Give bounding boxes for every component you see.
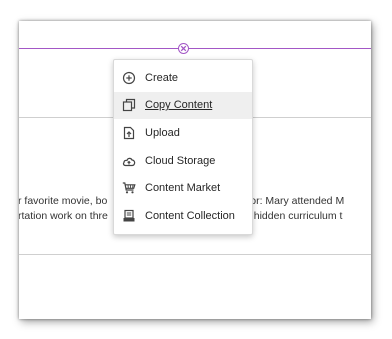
- close-x-icon: [180, 45, 187, 52]
- menu-item-label: Create: [145, 71, 179, 84]
- menu-item-create[interactable]: Create: [114, 64, 252, 92]
- upload-icon: [122, 126, 136, 140]
- add-content-menu: Create Copy Content Upload Cloud Storage…: [113, 59, 253, 235]
- cart-icon: [122, 181, 136, 195]
- course-content-panel: r favorite movie, bo tructor: Mary atten…: [19, 21, 371, 319]
- content-divider-bottom: [19, 254, 371, 255]
- menu-item-label: Content Collection: [145, 209, 235, 222]
- menu-item-cloud-storage[interactable]: Cloud Storage: [114, 147, 252, 175]
- add-content-toggle[interactable]: [178, 43, 189, 54]
- insert-content-line: [19, 48, 371, 49]
- menu-item-copy-content[interactable]: Copy Content: [114, 91, 252, 120]
- archive-icon: [122, 209, 136, 223]
- menu-item-upload[interactable]: Upload: [114, 119, 252, 147]
- menu-item-label: Content Market: [145, 182, 221, 195]
- menu-item-label: Cloud Storage: [145, 154, 216, 167]
- menu-item-content-market[interactable]: Content Market: [114, 174, 252, 202]
- menu-item-label: Upload: [145, 126, 180, 139]
- copy-icon: [122, 98, 136, 112]
- menu-item-label: Copy Content: [145, 99, 213, 112]
- cloud-icon: [122, 154, 136, 168]
- menu-item-content-collection[interactable]: Content Collection: [114, 202, 252, 230]
- plus-circle-icon: [122, 71, 136, 85]
